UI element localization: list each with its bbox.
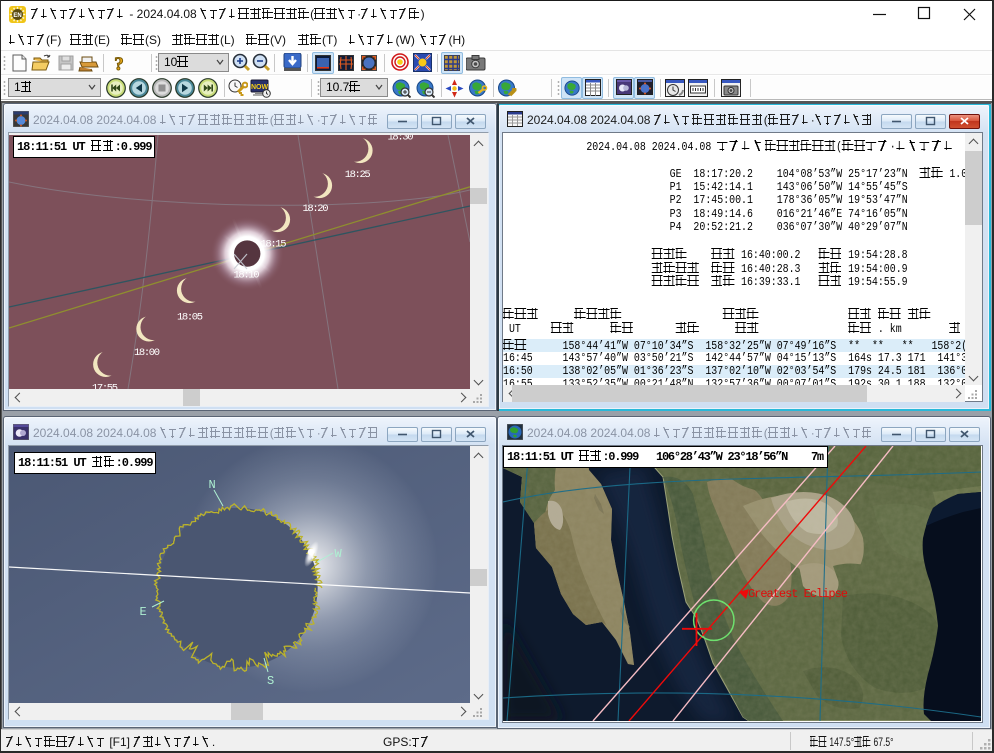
svg-text:?: ? — [114, 54, 124, 73]
svg-text:N: N — [209, 478, 216, 492]
svg-text:Greatest Eclipse: Greatest Eclipse — [748, 587, 848, 601]
svg-text:S: S — [267, 674, 274, 688]
svg-text:18:00: 18:00 — [134, 347, 160, 359]
svg-text:E: E — [140, 605, 147, 619]
svg-text:18:10: 18:10 — [234, 269, 260, 281]
svg-text:W: W — [335, 547, 343, 561]
svg-text:18:05: 18:05 — [177, 312, 203, 324]
svg-text:18:15: 18:15 — [261, 239, 287, 251]
svg-text:EN: EN — [13, 13, 21, 19]
svg-text:18:30: 18:30 — [388, 135, 414, 144]
svg-text:18:20: 18:20 — [303, 203, 329, 215]
svg-text:18:25: 18:25 — [345, 169, 371, 181]
